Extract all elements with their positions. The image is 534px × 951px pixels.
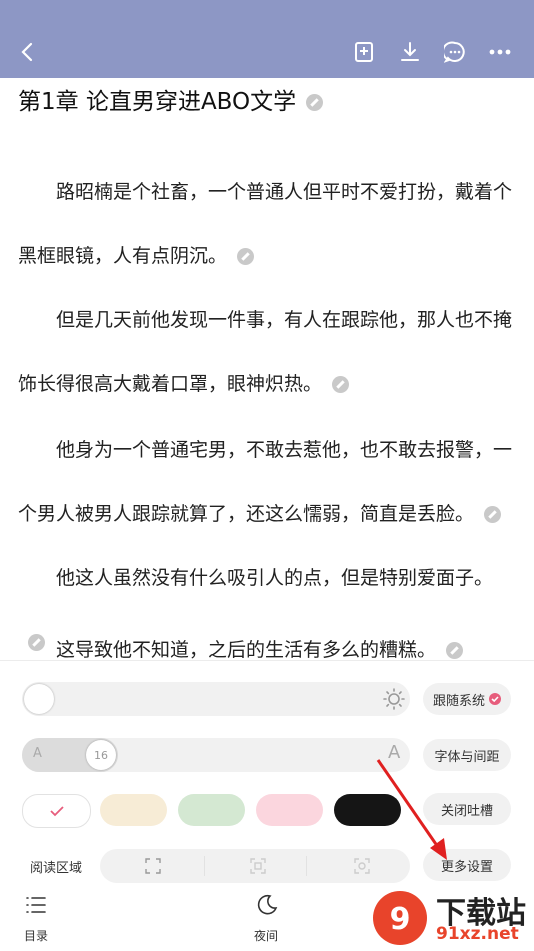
pen-icon[interactable] (237, 248, 255, 265)
download-icon[interactable] (392, 34, 428, 70)
comment-icon[interactable] (437, 34, 473, 70)
brightness-slider[interactable] (22, 682, 410, 716)
toc-label[interactable]: 目录 (6, 927, 66, 944)
font-large-label: A (388, 742, 401, 763)
theme-white[interactable] (22, 794, 91, 828)
watermark-logo: 9 下载站 91xz.net (370, 886, 534, 948)
toc-icon[interactable] (25, 895, 47, 919)
back-icon[interactable] (10, 34, 46, 70)
paragraph: 路昭楠是个社畜，一个普通人但平时不爱打扮，戴着个黑框眼镜，人有点阴沉。 (18, 181, 513, 267)
theme-cream[interactable] (100, 794, 167, 826)
paragraph: 但是几天前他发现一件事，有人在跟踪他，那人也不掩饰长得很高大戴着口罩，眼神炽热。 (18, 309, 513, 395)
area-small-icon[interactable] (353, 857, 371, 879)
bookmark-add-icon[interactable] (346, 34, 382, 70)
pen-icon[interactable] (306, 94, 324, 111)
paragraph: 他身为一个普通宅男，不敢去惹他，也不敢去报警，一个男人被男人跟踪就算了，还这么懦… (18, 439, 513, 525)
reading-content: 第1章 论直男穿进ABO文学 路昭楠是个社畜，一个普通人但平时不爱打扮，戴着个黑… (0, 78, 534, 660)
watermark-url: 91xz.net (436, 924, 519, 944)
close-comments-button[interactable]: 关闭吐槽 (423, 793, 511, 825)
pen-icon[interactable] (332, 376, 350, 393)
follow-system-button[interactable]: 跟随系统 (423, 683, 511, 715)
more-icon[interactable] (482, 34, 518, 70)
paragraph: 这导致他不知道，之后的生活有多么的糟糕。 (18, 618, 518, 660)
moon-icon[interactable] (255, 893, 279, 921)
theme-green[interactable] (178, 794, 245, 826)
font-small-label: A (33, 746, 42, 761)
pen-icon[interactable] (484, 506, 502, 523)
theme-pink[interactable] (256, 794, 323, 826)
night-label[interactable]: 夜间 (236, 927, 296, 944)
more-settings-button[interactable]: 更多设置 (423, 849, 511, 881)
check-badge-icon (489, 693, 501, 705)
sun-icon (383, 688, 405, 710)
divider (306, 856, 307, 876)
font-size-knob[interactable]: 16 (86, 740, 116, 770)
area-full-icon[interactable] (144, 857, 162, 879)
pen-icon[interactable] (446, 642, 464, 659)
divider (204, 856, 205, 876)
area-mid-icon[interactable] (249, 857, 267, 879)
top-bar (0, 0, 534, 78)
font-spacing-button[interactable]: 字体与间距 (423, 739, 511, 771)
check-icon (49, 806, 64, 817)
brightness-knob[interactable] (24, 684, 54, 714)
chapter-title: 第1章 论直男穿进ABO文学 (18, 82, 324, 116)
reading-area-label: 阅读区域 (30, 861, 83, 876)
theme-black[interactable] (334, 794, 401, 826)
svg-text:9: 9 (390, 902, 411, 937)
